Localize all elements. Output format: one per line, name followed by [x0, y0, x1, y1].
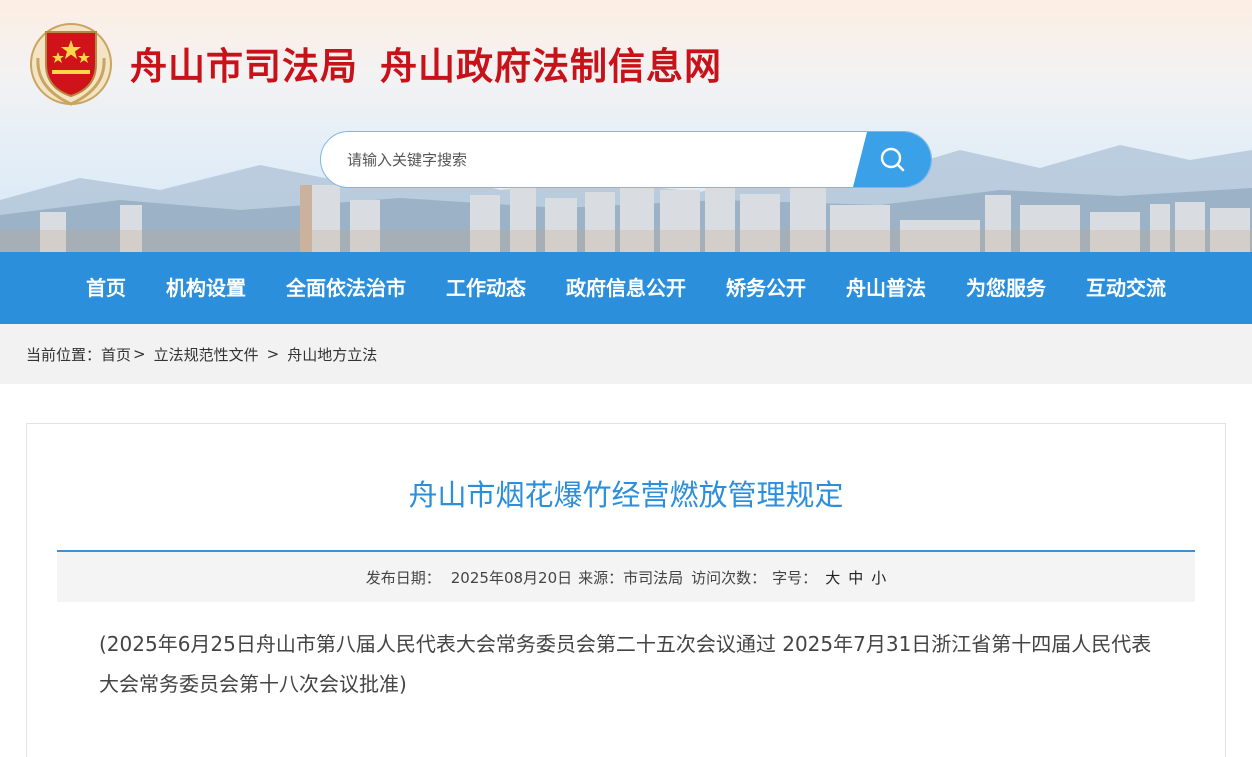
justice-emblem-icon: [30, 23, 112, 106]
nav-item-legal-education[interactable]: 舟山普法: [826, 252, 946, 324]
search-box: [320, 131, 932, 188]
article-title: 舟山市烟花爆竹经营燃放管理规定: [408, 478, 844, 512]
source-value: 市司法局: [623, 568, 684, 587]
site-title-part1: 舟山市司法局: [130, 44, 358, 88]
nav-item-interaction[interactable]: 互动交流: [1066, 252, 1186, 324]
nav-item-rule-of-law[interactable]: 全面依法治市: [266, 252, 426, 324]
nav-item-organization[interactable]: 机构设置: [146, 252, 266, 324]
header-banner: 舟山市司法局 舟山政府法制信息网: [0, 0, 1252, 252]
nav-item-home[interactable]: 首页: [66, 252, 146, 324]
site-title: 舟山市司法局 舟山政府法制信息网: [130, 36, 722, 90]
source-label: 来源：: [578, 568, 624, 587]
article-panel: 舟山市烟花爆竹经营燃放管理规定 发布日期： 2025年08月20日 来源： 市司…: [26, 423, 1226, 757]
font-size-label: 字号：: [772, 568, 818, 587]
breadcrumb-local-legislation-link[interactable]: 舟山地方立法: [287, 344, 377, 365]
font-size-small-button[interactable]: 小: [871, 567, 886, 588]
search-icon: [880, 147, 905, 171]
search-button[interactable]: [853, 132, 931, 187]
main-nav: 首页 机构设置 全面依法治市 工作动态 政府信息公开 矫务公开 舟山普法 为您服…: [0, 252, 1252, 324]
breadcrumb-prefix: 当前位置：: [26, 345, 102, 364]
site-title-part2: 舟山政府法制信息网: [380, 44, 722, 88]
nav-item-gov-info[interactable]: 政府信息公开: [546, 252, 706, 324]
breadcrumb-home-link[interactable]: 首页: [101, 344, 131, 365]
font-size-medium-button[interactable]: 中: [848, 567, 863, 588]
nav-item-work-news[interactable]: 工作动态: [426, 252, 546, 324]
nav-item-services[interactable]: 为您服务: [946, 252, 1066, 324]
publish-date: 2025年08月20日: [450, 568, 573, 587]
search-input[interactable]: [321, 132, 861, 187]
article-lead-paragraph: (2025年6月25日舟山市第八届人民代表大会常务委员会第二十五次会议通过 20…: [99, 632, 1152, 696]
visits-label: 访问次数：: [691, 568, 767, 587]
breadcrumb: 当前位置： 首页 > 立法规范性文件 > 舟山地方立法: [0, 324, 1252, 384]
breadcrumb-separator: >: [266, 345, 280, 363]
article-meta: 发布日期： 2025年08月20日 来源： 市司法局 访问次数： 字号： 大 中…: [57, 550, 1195, 602]
nav-item-correction-affairs[interactable]: 矫务公开: [706, 252, 826, 324]
font-size-large-button[interactable]: 大: [825, 567, 840, 588]
breadcrumb-legislation-link[interactable]: 立法规范性文件: [154, 344, 259, 365]
publish-date-label: 发布日期：: [365, 568, 441, 587]
breadcrumb-separator: >: [133, 345, 146, 363]
